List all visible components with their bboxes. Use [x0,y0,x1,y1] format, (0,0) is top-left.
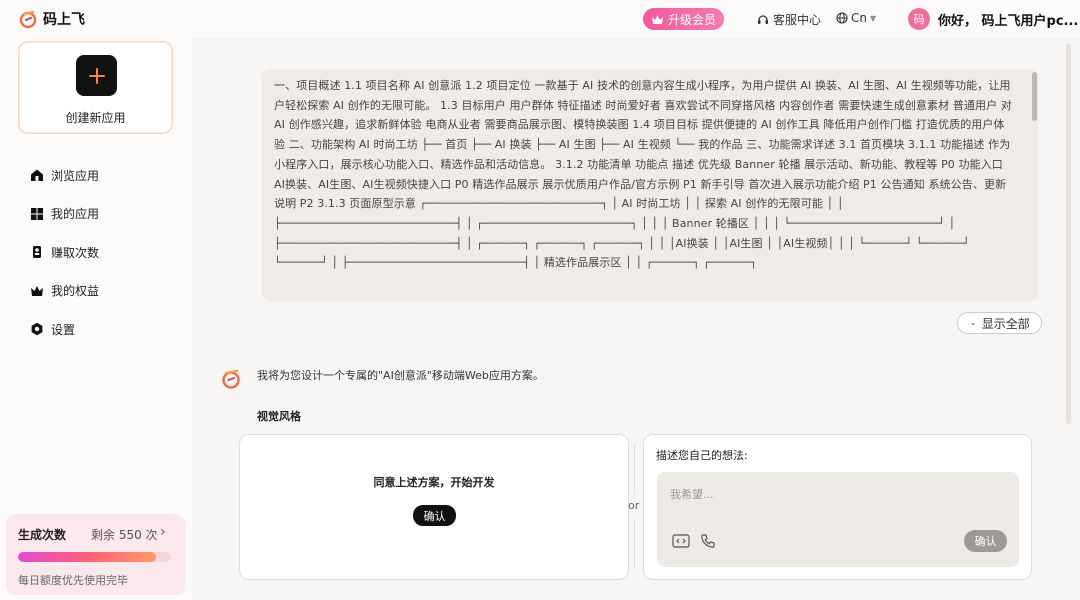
or-separator: or [628,434,641,580]
assistant-message: 我将为您设计一个专属的"AI创意派"移动端Web应用方案。 [257,369,544,382]
language-label: Cn [851,11,867,25]
grid-icon [30,207,44,221]
document-scrollbar[interactable] [1032,72,1037,121]
separator-line [634,520,635,570]
sidebar-item-my-apps[interactable]: 我的应用 [30,195,99,234]
globe-icon [836,12,848,24]
crown-icon [651,14,663,24]
idea-confirm-button[interactable]: 确认 [964,530,1007,552]
sidebar: 创建新应用 浏览应用 我的应用 赚取次数 我的权益 设置 生成次数 剩余 550… [0,38,192,600]
upgrade-membership-button[interactable]: 升级会员 [643,8,724,30]
crown-icon [30,284,44,298]
avatar: 码 [908,8,930,30]
credits-title: 生成次数 [18,528,67,542]
option-approve-title: 同意上述方案，开始开发 [373,476,495,489]
sidebar-item-label: 我的应用 [51,207,100,222]
code-icon[interactable] [672,534,690,548]
sidebar-item-label: 设置 [51,322,76,337]
sidebar-nav: 浏览应用 我的应用 赚取次数 我的权益 设置 [30,156,99,349]
option-approve-plan[interactable]: 同意上述方案，开始开发 确认 [239,434,629,580]
user-menu[interactable]: 码 你好， 码上飞用户pc... [908,8,1078,30]
create-app-button[interactable]: 创建新应用 [18,41,173,134]
credits-panel[interactable]: 生成次数 剩余 550 次 › 每日额度优先使用完毕 [6,514,185,595]
sidebar-item-earn-credits[interactable]: 赚取次数 [30,233,99,272]
language-selector[interactable]: Cn ▼ [836,11,876,25]
gear-icon [30,322,44,336]
brand-logo[interactable]: 码上飞 [18,9,85,29]
chevron-down-icon: ⌄ [969,318,977,328]
brand-logo-icon [19,10,37,29]
credits-note: 每日额度优先使用完毕 [18,574,128,587]
chevron-down-icon: ▼ [869,13,877,23]
sidebar-item-my-benefits[interactable]: 我的权益 [30,272,99,311]
sidebar-item-browse[interactable]: 浏览应用 [30,156,99,195]
plus-icon [76,55,117,96]
customer-service-link[interactable]: 客服中心 [757,11,821,28]
spec-document-preview[interactable]: 一、项目概述 1.1 项目名称 AI 创意派 1.2 项目定位 一款基于 AI … [262,69,1038,301]
brand-name: 码上飞 [43,12,85,28]
support-label: 客服中心 [773,13,822,27]
user-greeting: 你好， 码上飞用户pc... [938,13,1079,29]
credits-remaining: 剩余 550 次 [91,528,158,542]
headset-icon [758,14,768,24]
custom-idea-title: 描述您自己的想法: [656,449,748,462]
approve-confirm-button[interactable]: 确认 [413,505,456,526]
top-bar: 码上飞 升级会员 客服中心 Cn ▼ 码 你好， 码上飞用户pc... [0,0,1080,38]
idea-input[interactable]: 我希望... 确认 [657,472,1019,567]
idea-input-placeholder: 我希望... [670,488,714,501]
show-all-label: 显示全部 [981,316,1030,331]
show-all-button[interactable]: ⌄ 显示全部 [957,312,1042,334]
chevron-right-icon: › [160,524,166,540]
separator-line [634,444,635,494]
option-custom-idea: 描述您自己的想法: 我希望... 确认 [643,434,1032,580]
assistant-avatar-icon [222,369,240,389]
spec-document-text: 一、项目概述 1.1 项目名称 AI 创意派 1.2 项目定位 一款基于 AI … [274,79,1012,270]
sidebar-item-label: 浏览应用 [51,168,100,183]
section-heading-visual-style: 视觉风格 [257,410,301,423]
or-label: or [628,499,640,512]
upgrade-label: 升级会员 [667,12,716,27]
sidebar-item-label: 我的权益 [51,284,100,299]
sidebar-item-settings[interactable]: 设置 [30,310,99,349]
sidebar-item-label: 赚取次数 [51,245,100,260]
home-icon [30,168,44,182]
document-fade [262,271,1038,301]
main-scrollbar[interactable] [1066,44,1071,424]
badge-icon [30,245,44,259]
credits-progress-fill [18,552,156,562]
create-app-label: 创建新应用 [65,111,126,125]
main-content: 一、项目概述 1.1 项目名称 AI 创意派 1.2 项目定位 一款基于 AI … [196,38,1080,600]
credits-progress-bar [18,552,171,562]
phone-icon[interactable] [700,533,716,549]
